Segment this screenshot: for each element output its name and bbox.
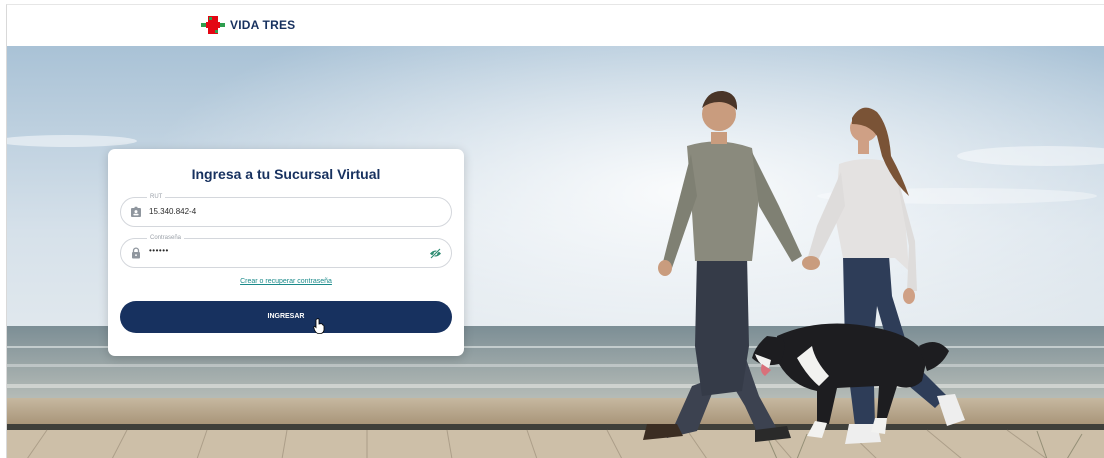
eye-slash-icon[interactable]: [429, 248, 442, 259]
site-header: VIDA TRES: [7, 5, 1104, 46]
brand-name: VIDA TRES: [230, 18, 296, 32]
rut-input[interactable]: 15.340.842-4: [149, 206, 196, 218]
password-field-label: Contraseña: [147, 234, 185, 242]
id-card-icon: [131, 206, 141, 217]
login-button[interactable]: INGRESAR: [120, 301, 452, 333]
lock-icon: [132, 247, 140, 259]
brand-logo-mark: [201, 16, 225, 34]
login-card: Ingresa a tu Sucursal Virtual RUT 15.340…: [108, 149, 464, 356]
recover-password-link[interactable]: Crear o recuperar contraseña: [108, 278, 464, 285]
password-input[interactable]: ••••••: [149, 245, 169, 257]
browser-viewport: VIDA TRES Ingresa a tu Sucursal Virtual …: [6, 4, 1104, 458]
hand-pointer-cursor: [313, 318, 325, 334]
login-title: Ingresa a tu Sucursal Virtual: [191, 166, 381, 182]
rut-field[interactable]: RUT 15.340.842-4: [120, 193, 452, 227]
brand-logo[interactable]: VIDA TRES: [201, 16, 295, 34]
password-field[interactable]: Contraseña ••••••: [120, 234, 452, 268]
rut-field-label: RUT: [147, 193, 166, 201]
